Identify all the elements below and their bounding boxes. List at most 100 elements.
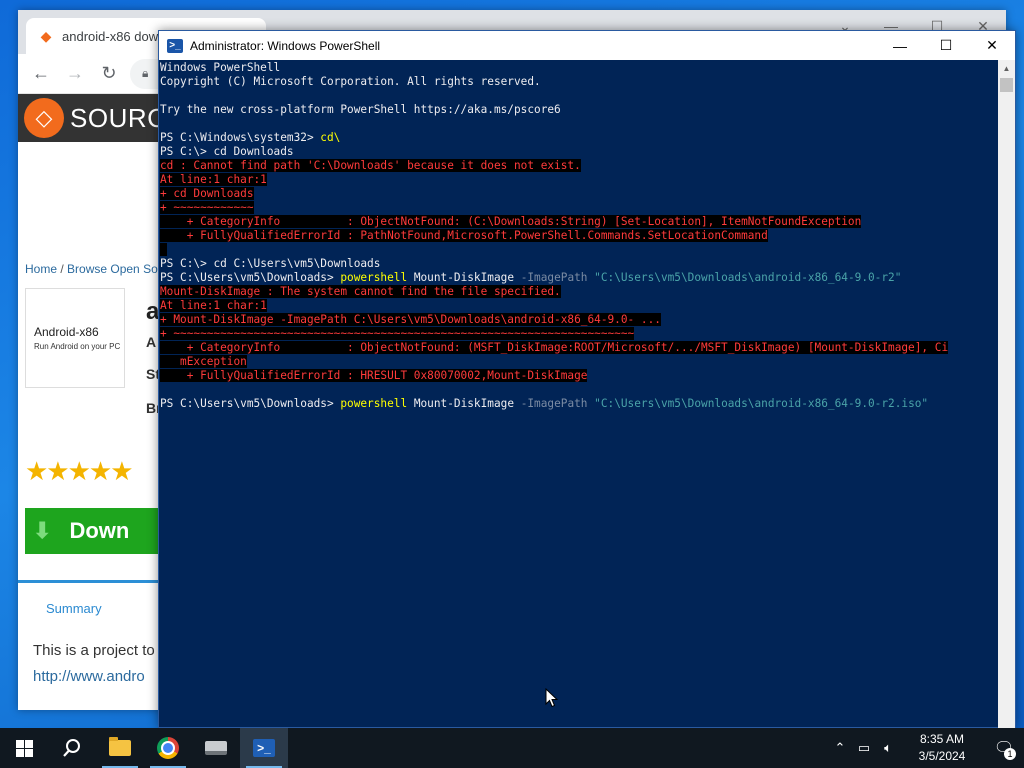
console-line: Mount-DiskImage : The system cannot find… (160, 285, 999, 299)
console-line: + CategoryInfo : ObjectNotFound: (C:\Dow… (160, 215, 999, 229)
console-text: "C:\Users\vm5\Downloads\android-x86_64-9… (587, 271, 902, 284)
powershell-window[interactable]: >_ Administrator: Windows PowerShell — ☐… (158, 30, 1016, 728)
vertical-scrollbar[interactable]: ▲ (998, 60, 1015, 728)
powershell-window-title: Administrator: Windows PowerShell (190, 38, 381, 53)
console-text: -ImagePath (520, 397, 588, 410)
forward-button[interactable]: → (62, 61, 88, 87)
taskbar: >_ ⌃ ▭ 🔈︎ 8:35 AM 3/5/2024 🗨︎ 1 (0, 728, 1024, 768)
reload-button[interactable]: ↻ (96, 61, 122, 87)
project-tabs: Summary (18, 580, 178, 630)
folder-icon (109, 737, 131, 756)
console-error-text: + ~~~~~~~~~~~~~~~~~~~~~~~~~~~~~~~~~~~~~~… (160, 327, 635, 340)
console-text: powershell (340, 397, 408, 410)
back-button[interactable]: ← (28, 61, 54, 87)
console-line: At line:1 char:1 (160, 173, 999, 187)
console-line: + ~~~~~~~~~~~~ (160, 201, 999, 215)
console-line: PS C:\Users\vm5\Downloads> powershell Mo… (160, 397, 999, 411)
console-error-text: + FullyQualifiedErrorId : HRESULT 0x8007… (160, 369, 588, 382)
console-line: + FullyQualifiedErrorId : PathNotFound,M… (160, 229, 999, 243)
console-text: powershell (340, 271, 408, 284)
console-line: + FullyQualifiedErrorId : HRESULT 0x8007… (160, 369, 999, 383)
powershell-button[interactable]: >_ (240, 728, 288, 768)
console-line: mException (160, 355, 999, 369)
download-icon: ⬇ (33, 518, 52, 543)
chevron-up-icon[interactable]: ⌃ (828, 728, 852, 768)
clock-date: 3/5/2024 (918, 749, 966, 763)
network-icon[interactable]: ▭ (852, 728, 876, 768)
console-text: "C:\Users\vm5\Downloads\android-x86_64-9… (587, 397, 929, 410)
mouse-cursor-icon (545, 688, 559, 708)
console-text: Windows PowerShell (160, 61, 281, 74)
drive-icon (205, 741, 227, 755)
search-icon (63, 739, 80, 757)
console-line: + cd Downloads (160, 187, 999, 201)
console-line: PS C:\> cd C:\Users\vm5\Downloads (160, 257, 999, 271)
console-line: + ~~~~~~~~~~~~~~~~~~~~~~~~~~~~~~~~~~~~~~… (160, 327, 999, 341)
powershell-window-controls: — ☐ ✕ (877, 31, 1015, 60)
console-error-text: + Mount-DiskImage -ImagePath C:\Users\vm… (160, 313, 661, 326)
close-button[interactable]: ✕ (969, 31, 1015, 60)
clock-time: 8:35 AM (919, 732, 965, 746)
console-line: + Mount-DiskImage -ImagePath C:\Users\vm… (160, 313, 999, 327)
console-error-text: cd : Cannot find path 'C:\Downloads' bec… (160, 159, 581, 172)
console-line: + CategoryInfo : ObjectNotFound: (MSFT_D… (160, 341, 999, 355)
notification-count-badge: 1 (1004, 748, 1016, 760)
clock[interactable]: 8:35 AM 3/5/2024 (906, 731, 978, 765)
powershell-icon: >_ (253, 739, 275, 757)
scrollbar-thumb[interactable] (1000, 78, 1013, 92)
console-text: -ImagePath (520, 271, 588, 284)
maximize-button[interactable]: ☐ (923, 31, 969, 60)
console-error-text: + CategoryInfo : ObjectNotFound: (C:\Dow… (160, 215, 862, 228)
start-button[interactable] (0, 728, 48, 768)
powershell-titlebar[interactable]: >_ Administrator: Windows PowerShell — ☐… (159, 31, 1015, 60)
console-text: cd Downloads (213, 145, 294, 158)
desktop: ◆ android-x86 down ⌄ — ☐ ✕ ← → ↻ 🔒︎ ◇ SO… (0, 0, 1024, 728)
lock-icon: 🔒︎ (142, 66, 149, 80)
project-info-line: A (146, 334, 157, 350)
breadcrumb: Home / Browse Open Sou (25, 262, 164, 276)
console-text: PS C:\Windows\system32> (160, 131, 321, 144)
chrome-button[interactable] (144, 728, 192, 768)
project-logo-name: Android-x86 (34, 325, 99, 339)
minimize-button[interactable]: — (877, 31, 923, 60)
console-error-text: + ~~~~~~~~~~~~ (160, 201, 254, 214)
console-error-text (160, 243, 167, 256)
console-error-text: + FullyQualifiedErrorId : PathNotFound,M… (160, 229, 768, 242)
breadcrumb-browse-link[interactable]: Browse Open Sou (67, 262, 164, 276)
scroll-up-arrow-icon[interactable]: ▲ (998, 60, 1015, 77)
project-homepage-link[interactable]: http://www.andro (33, 668, 145, 685)
console-error-text: mException (160, 355, 247, 368)
tab-summary[interactable]: Summary (46, 601, 102, 616)
notification-center-button[interactable]: 🗨︎ 1 (984, 728, 1024, 768)
console-line: cd : Cannot find path 'C:\Downloads' bec… (160, 159, 999, 173)
drive-app-button[interactable] (192, 728, 240, 768)
search-button[interactable] (48, 728, 96, 768)
powershell-console[interactable]: Windows PowerShell Copyright (C) Microsof… (159, 60, 999, 728)
volume-muted-icon[interactable]: 🔈︎ (876, 728, 900, 768)
console-text: Mount-DiskImage (407, 271, 521, 284)
console-error-text: At line:1 char:1 (160, 299, 267, 312)
project-logo: Android-x86 Run Android on your PC (25, 288, 125, 388)
console-error-text: + CategoryInfo : ObjectNotFound: (MSFT_D… (160, 341, 949, 354)
breadcrumb-separator: / (57, 262, 68, 276)
console-text: PS C:\Users\vm5\Downloads> (160, 271, 341, 284)
console-text: PS C:\Users\vm5\Downloads> (160, 397, 341, 410)
console-text: Copyright (C) Microsoft Corporation. All… (160, 75, 541, 88)
console-line: Copyright (C) Microsoft Corporation. All… (160, 75, 999, 89)
console-line: PS C:\Users\vm5\Downloads> powershell Mo… (160, 271, 999, 285)
console-error-text: + cd Downloads (160, 187, 254, 200)
download-button-label: Down (69, 518, 130, 543)
windows-logo-icon (15, 739, 33, 757)
project-logo-tagline: Run Android on your PC (34, 342, 121, 351)
breadcrumb-home-link[interactable]: Home (25, 262, 57, 276)
console-text: cd\ (320, 131, 341, 144)
rating-stars: ★★★★★ (25, 456, 134, 486)
sourceforge-logo-icon[interactable]: ◇ (24, 98, 64, 138)
console-text: Try the new cross-platform PowerShell ht… (160, 103, 561, 116)
sourceforge-favicon-icon: ◆ (40, 28, 52, 44)
console-line (160, 243, 999, 257)
file-explorer-button[interactable] (96, 728, 144, 768)
console-line: Try the new cross-platform PowerShell ht… (160, 103, 999, 117)
